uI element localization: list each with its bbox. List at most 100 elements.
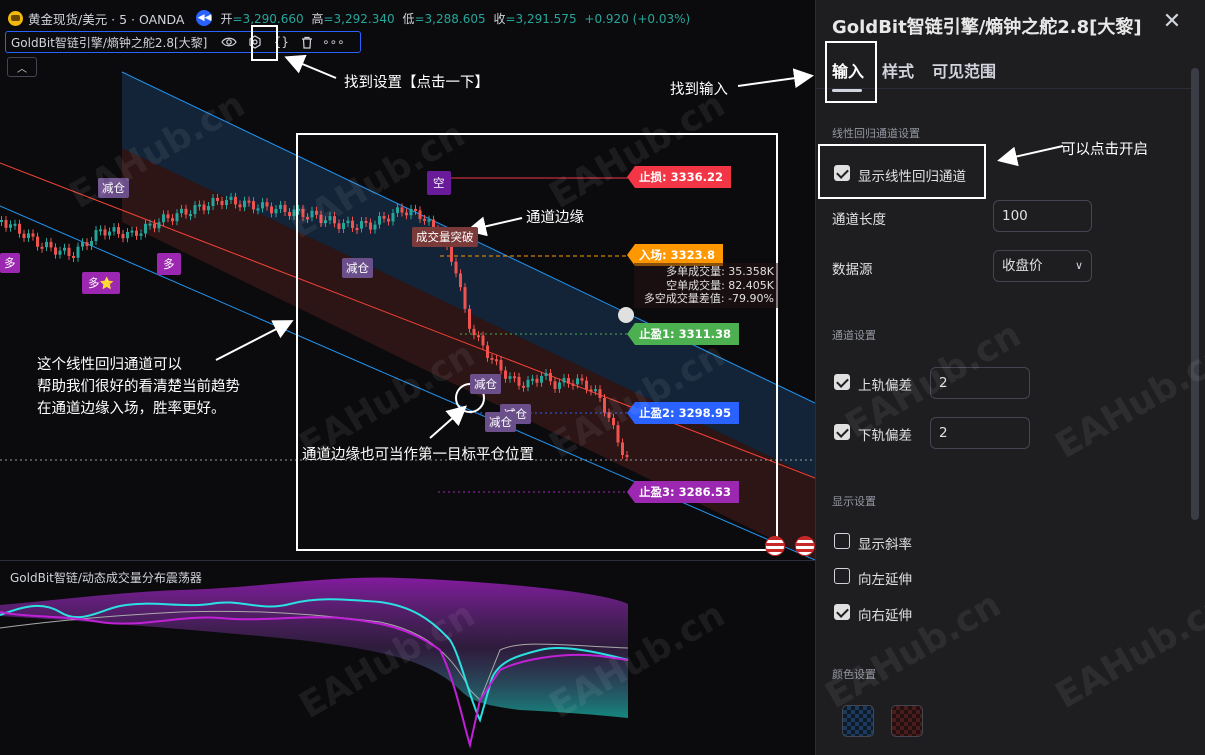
ohlc-readout: 开=3,290.660 高=3,292.340 低=3,288.605 收=3,… — [220, 11, 691, 26]
candle-body — [0, 220, 3, 222]
symbol-header: 黄金现货/美元 · 5 · OANDA ◀◀ 开=3,290.660 高=3,2… — [8, 9, 694, 27]
candle-body — [9, 224, 12, 228]
candle-body — [139, 233, 143, 236]
signal-reduce: 减仓 — [485, 412, 516, 432]
candle-body — [261, 202, 264, 209]
section-display: 显示设置 — [832, 495, 876, 508]
pane-separator[interactable] — [0, 560, 815, 561]
candle-body — [67, 247, 71, 256]
signal-long: 多 — [157, 253, 181, 275]
source-select[interactable]: 收盘价 ∨ — [993, 250, 1092, 282]
candle-body — [198, 204, 201, 207]
annot-channel-edge: 通道边缘 — [526, 210, 584, 226]
tp3-tag[interactable]: 止盈3: 3286.53 — [627, 481, 739, 503]
extend-left-checkbox[interactable] — [834, 568, 850, 584]
watermark: EAHub.cn — [1048, 334, 1205, 467]
sub-pane-oscillator — [0, 577, 629, 749]
indicator-legend[interactable]: GoldBit智链引擎/熵钟之舵2.8[大黎] {} ∘∘∘ — [5, 31, 361, 53]
candle-body — [121, 233, 125, 239]
color-swatch-lower[interactable] — [891, 705, 923, 737]
close-icon[interactable]: ✕ — [1160, 10, 1184, 34]
candle-body — [31, 233, 35, 237]
tab-style[interactable]: 样式 — [882, 58, 914, 92]
collapse-legend-button[interactable]: ︿ — [7, 57, 37, 77]
signal-volume-break: 成交量突破 — [412, 227, 478, 247]
candle-body — [256, 208, 260, 211]
annot-find-input: 找到输入 — [670, 82, 728, 98]
candle-body — [117, 227, 120, 234]
signal-long: 多 — [0, 253, 20, 273]
extend-right-label[interactable]: 向右延伸 — [858, 604, 912, 624]
indicator-name[interactable]: GoldBit智链引擎/熵钟之舵2.8[大黎] — [11, 34, 207, 51]
signal-long-star: 多⭐ — [82, 272, 120, 294]
candle-body — [288, 211, 291, 216]
extend-left-label[interactable]: 向左延伸 — [858, 568, 912, 588]
show-channel-highlight-box — [818, 144, 986, 199]
show-slope-label[interactable]: 显示斜率 — [858, 533, 912, 553]
sub-pane-title: GoldBit智链/动态成交量分布震荡器 — [10, 571, 202, 585]
stop-loss-tag[interactable]: 止损: 3336.22 — [627, 166, 731, 188]
candle-body — [135, 230, 138, 236]
candle-body — [175, 213, 179, 222]
volume-info-box: 多单成交量: 35.358K 空单成交量: 82.405K 多空成交量差值: -… — [634, 263, 778, 308]
candle-body — [202, 204, 206, 211]
replay-icon[interactable]: ◀◀ — [196, 10, 213, 26]
candle-body — [283, 204, 287, 212]
length-label: 通道长度 — [832, 212, 886, 228]
candle-body — [207, 205, 210, 211]
symbol-title[interactable]: 黄金现货/美元 · 5 · OANDA — [28, 9, 184, 28]
watermark: EAHub.cn — [1048, 584, 1205, 717]
candle-body — [189, 214, 192, 217]
lower-dev-checkbox[interactable] — [834, 424, 850, 440]
candle-body — [171, 218, 174, 222]
candle-body — [103, 229, 107, 236]
candle-body — [90, 240, 93, 246]
candle-body — [216, 197, 219, 201]
upper-dev-label[interactable]: 上轨偏差 — [858, 374, 912, 394]
color-swatch-upper[interactable] — [842, 705, 874, 737]
candle-body — [180, 208, 183, 214]
annot-explain-3: 在通道边缘入场，胜率更好。 — [37, 401, 226, 417]
tp2-tag[interactable]: 止盈2: 3298.95 — [627, 402, 739, 424]
candle-body — [18, 223, 21, 234]
dialog-title: GoldBit智链引擎/熵钟之舵2.8[大黎] — [832, 17, 1142, 38]
candle-body — [4, 220, 8, 228]
candle-body — [54, 247, 57, 255]
chevron-down-icon: ∨ — [1074, 259, 1083, 272]
candle-body — [265, 202, 269, 207]
upper-dev-checkbox[interactable] — [834, 374, 850, 390]
gold-coin-icon — [8, 10, 23, 26]
annot-explain-1: 这个线性回归通道可以 — [37, 357, 182, 373]
length-input[interactable]: 100 — [993, 200, 1092, 232]
candle-body — [148, 223, 152, 226]
candle-body — [99, 229, 102, 232]
extend-right-checkbox[interactable] — [834, 604, 850, 620]
upper-dev-input[interactable]: 2 — [930, 367, 1030, 399]
candle-body — [220, 200, 224, 206]
settings-dialog: GoldBit智链引擎/熵钟之舵2.8[大黎] ✕ 输入 样式 可见范围 线性回… — [815, 0, 1205, 755]
candle-body — [225, 199, 228, 206]
us-flag-icon[interactable] — [795, 536, 815, 556]
us-flag-icon[interactable] — [765, 536, 785, 556]
lower-dev-input[interactable]: 2 — [930, 417, 1030, 449]
trash-icon[interactable] — [297, 33, 317, 51]
lower-dev-label[interactable]: 下轨偏差 — [858, 424, 912, 444]
inputs-tab-highlight-box — [825, 41, 877, 103]
show-slope-checkbox[interactable] — [834, 533, 850, 549]
candle-body — [229, 196, 233, 200]
signal-reduce: 减仓 — [470, 374, 501, 394]
eye-icon[interactable] — [219, 33, 239, 51]
more-icon[interactable]: ∘∘∘ — [322, 33, 345, 51]
tp1-tag[interactable]: 止盈1: 3311.38 — [627, 323, 739, 345]
tab-visibility[interactable]: 可见范围 — [932, 58, 996, 92]
candle-body — [238, 204, 242, 208]
annot-explain-2: 帮助我们很好的看清楚当前趋势 — [37, 379, 240, 395]
chart-area[interactable]: 黄金现货/美元 · 5 · OANDA ◀◀ 开=3,290.660 高=3,2… — [0, 0, 815, 755]
candle-body — [108, 231, 111, 236]
source-label: 数据源 — [832, 262, 873, 278]
candle-body — [184, 208, 188, 215]
candle-body — [85, 242, 89, 246]
candle-body — [166, 214, 170, 219]
dialog-scrollbar[interactable] — [1191, 68, 1199, 520]
candle-body — [157, 222, 161, 229]
